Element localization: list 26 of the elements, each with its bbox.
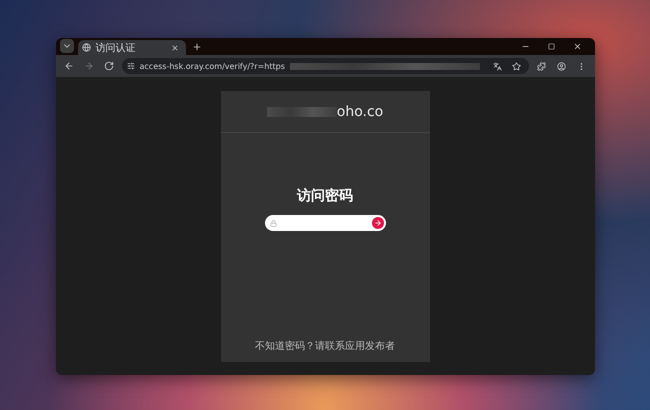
close-icon — [573, 42, 582, 51]
tab-title: 访问认证 — [96, 42, 136, 54]
puzzle-icon — [537, 62, 546, 70]
card-title: 访问密码 — [297, 187, 353, 205]
site-settings-icon — [126, 62, 134, 70]
lock-icon — [270, 220, 276, 226]
reload-icon — [104, 61, 114, 71]
plus-icon — [192, 42, 202, 52]
profile-icon — [557, 62, 566, 70]
url-text: access-hsk.oray.com/verify/?r=https — [140, 62, 285, 70]
address-bar[interactable]: access-hsk.oray.com/verify/?r=https — [122, 58, 528, 74]
translate-icon — [493, 62, 502, 70]
star-icon — [512, 62, 521, 70]
site-domain: oho.co — [336, 104, 384, 120]
arrow-right-icon — [374, 219, 382, 227]
maximize-icon — [548, 43, 555, 50]
blurred-domain — [266, 106, 337, 116]
arrow-left-icon — [64, 61, 74, 71]
password-field[interactable] — [264, 215, 386, 231]
help-text: 不知道密码？请联系应用发布者 — [255, 340, 395, 353]
browser-tab[interactable]: 访问认证 — [78, 40, 186, 55]
close-icon — [170, 44, 178, 52]
arrow-right-icon — [84, 61, 94, 71]
tab-search-button[interactable] — [60, 39, 74, 53]
globe-icon — [82, 43, 90, 52]
submit-button[interactable] — [372, 217, 384, 229]
